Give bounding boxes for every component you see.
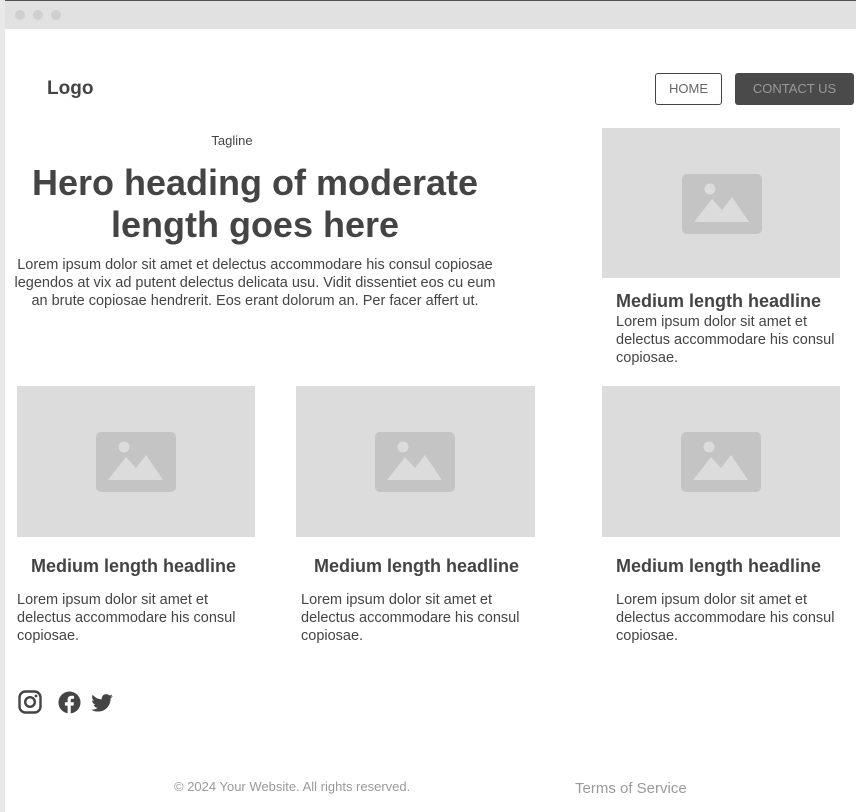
window-close-dot[interactable] [15,10,25,20]
contact-us-button[interactable]: CONTACT US [735,73,854,105]
image-placeholder-icon [681,432,761,492]
image-placeholder-icon [375,432,455,492]
window-maximize-dot[interactable] [51,10,61,20]
card-body: Lorem ipsum dolor sit amet et delectus a… [616,592,835,644]
window-left-border [0,0,5,812]
footer-copyright: © 2024 Your Website. All rights reserved… [174,779,411,794]
hero-heading: Hero heading of moderate length goes her… [31,162,479,245]
home-button[interactable]: HOME [655,73,722,105]
window-minimize-dot[interactable] [33,10,43,20]
hero-body-text: Lorem ipsum dolor sit amet et delectus a… [14,257,496,309]
card-headline: Medium length headline [314,556,520,576]
feature-card-body: Lorem ipsum dolor sit amet et delectus a… [616,314,835,366]
twitter-icon[interactable] [91,694,113,712]
facebook-icon[interactable] [58,691,81,714]
feature-image-placeholder [602,128,840,278]
window-titlebar [0,0,856,29]
image-placeholder-icon [96,432,176,492]
image-placeholder-icon [682,174,762,234]
feature-card-headline: Medium length headline [616,291,822,311]
terms-of-service-link[interactable]: Terms of Service [575,780,687,797]
card-image-placeholder [296,386,535,537]
card-headline: Medium length headline [31,556,237,576]
card-image-placeholder [17,386,255,537]
site-logo[interactable]: Logo [47,78,93,100]
card-headline: Medium length headline [616,556,822,576]
card-body: Lorem ipsum dolor sit amet et delectus a… [17,592,236,644]
card-body: Lorem ipsum dolor sit amet et delectus a… [301,592,520,644]
hero-tagline: Tagline [211,133,253,148]
card-image-placeholder [602,386,840,537]
instagram-icon[interactable] [18,690,42,714]
